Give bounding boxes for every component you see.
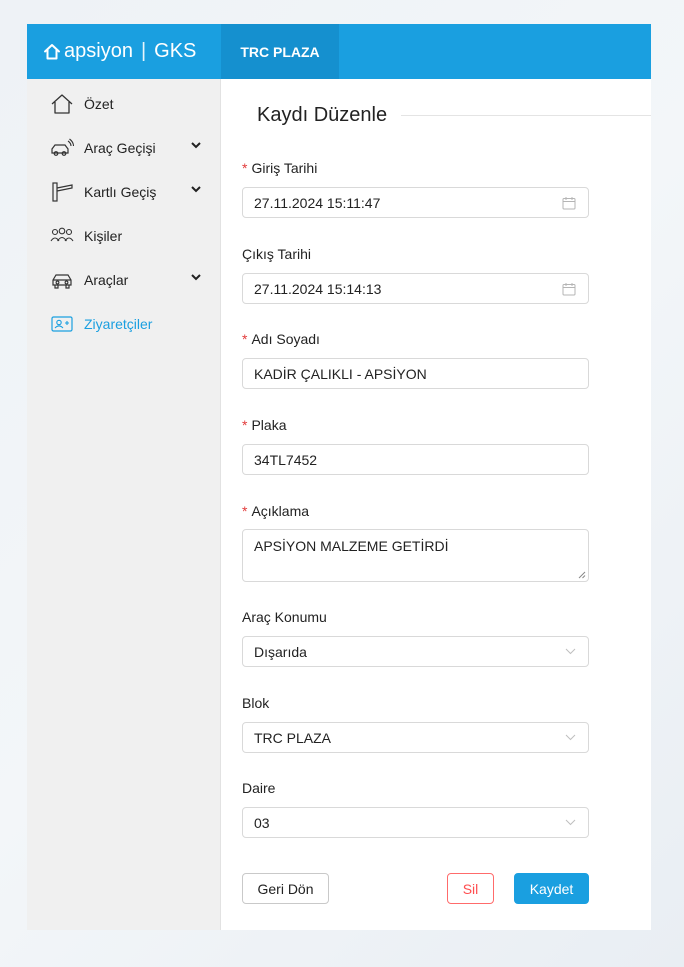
plate-input[interactable]: 34TL7452 bbox=[242, 444, 589, 475]
required-mark: * bbox=[242, 160, 248, 176]
car-pass-icon bbox=[50, 136, 74, 160]
edit-record-form: Kaydı Düzenle * Giriş Tarihi 27.11.2024 1… bbox=[221, 79, 651, 930]
full-name-value: KADİR ÇALIKLI - APSİYON bbox=[254, 365, 427, 382]
apsiyon-logo-icon bbox=[44, 43, 60, 59]
plate-label: * Plaka bbox=[242, 417, 287, 433]
barrier-gate-icon bbox=[50, 180, 74, 204]
chevron-down-icon bbox=[565, 648, 576, 655]
apartment-select[interactable]: 03 bbox=[242, 807, 589, 838]
exit-date-picker[interactable]: 27.11.2024 15:14:13 bbox=[242, 273, 589, 304]
chevron-down-icon bbox=[191, 274, 201, 281]
brand-product: GKS bbox=[154, 40, 197, 62]
entry-date-value: 27.11.2024 15:11:47 bbox=[254, 194, 381, 211]
vehicle-location-select[interactable]: Dışarıda bbox=[242, 636, 589, 667]
chevron-down-icon bbox=[191, 186, 201, 193]
entry-date-picker[interactable]: 27.11.2024 15:11:47 bbox=[242, 187, 589, 218]
block-value: TRC PLAZA bbox=[254, 729, 332, 746]
home-icon bbox=[50, 92, 74, 116]
required-mark: * bbox=[242, 417, 248, 433]
exit-date-label: Çıkış Tarihi bbox=[242, 246, 311, 262]
exit-date-value: 27.11.2024 15:14:13 bbox=[254, 280, 382, 297]
entry-date-label: * Giriş Tarihi bbox=[242, 160, 318, 176]
page-title: Kaydı Düzenle bbox=[257, 103, 388, 126]
description-textarea[interactable]: APSİYON MALZEME GETİRDİ bbox=[242, 529, 589, 582]
car-icon bbox=[50, 268, 74, 292]
full-name-input[interactable]: KADİR ÇALIKLI - APSİYON bbox=[242, 358, 589, 389]
block-select[interactable]: TRC PLAZA bbox=[242, 722, 589, 753]
delete-button[interactable]: Sil bbox=[447, 873, 494, 904]
required-mark: * bbox=[242, 503, 248, 519]
vehicle-location-label: Araç Konumu bbox=[242, 609, 327, 625]
chevron-down-icon bbox=[565, 819, 576, 826]
brand-name: apsiyon bbox=[64, 40, 133, 62]
sidebar-item-ziyaretciler[interactable]: Ziyaretçiler bbox=[27, 306, 221, 342]
tab-site[interactable]: TRC PLAZA bbox=[221, 24, 339, 79]
chevron-down-icon bbox=[565, 734, 576, 741]
save-button[interactable]: Kaydet bbox=[514, 873, 589, 904]
plate-value: 34TL7452 bbox=[254, 451, 318, 468]
apartment-value: 03 bbox=[254, 814, 270, 831]
back-button[interactable]: Geri Dön bbox=[242, 873, 329, 904]
sidebar-item-kisiler[interactable]: Kişiler bbox=[27, 218, 221, 254]
brand-separator: | bbox=[140, 40, 147, 62]
form-header: Kaydı Düzenle bbox=[257, 103, 651, 127]
description-label: * Açıklama bbox=[242, 503, 310, 519]
description-value: APSİYON MALZEME GETİRDİ bbox=[254, 538, 449, 554]
sidebar-item-kartli-gecis[interactable]: Kartlı Geçiş bbox=[27, 174, 221, 210]
sidebar-item-arac-gecisi[interactable]: Araç Geçişi bbox=[27, 130, 221, 166]
required-mark: * bbox=[242, 331, 248, 347]
full-name-label: * Adı Soyadı bbox=[242, 331, 320, 347]
app-window: apsiyon | GKS TRC PLAZA Özet Araç Geçişi… bbox=[27, 24, 651, 930]
sidebar-item-label: Ziyaretçiler bbox=[84, 316, 153, 332]
sidebar: Özet Araç Geçişi Kartlı Geçiş Kişiler Ar… bbox=[27, 79, 221, 930]
sidebar-item-label: Araçlar bbox=[84, 272, 129, 288]
resize-handle-icon[interactable] bbox=[578, 571, 586, 579]
sidebar-item-label: Özet bbox=[84, 96, 114, 112]
block-label: Blok bbox=[242, 695, 270, 711]
sidebar-item-label: Kartlı Geçiş bbox=[84, 184, 157, 200]
visitor-card-icon bbox=[50, 312, 74, 336]
apartment-label: Daire bbox=[242, 780, 276, 796]
calendar-icon[interactable] bbox=[562, 282, 576, 296]
brand-logo[interactable]: apsiyon | GKS bbox=[27, 24, 221, 79]
vehicle-location-value: Dışarıda bbox=[254, 643, 307, 660]
sidebar-item-label: Kişiler bbox=[84, 228, 123, 244]
sidebar-item-ozet[interactable]: Özet bbox=[27, 86, 221, 122]
calendar-icon[interactable] bbox=[562, 196, 576, 210]
chevron-down-icon bbox=[191, 142, 201, 149]
sidebar-item-araclar[interactable]: Araçlar bbox=[27, 262, 221, 298]
title-divider bbox=[401, 114, 651, 116]
sidebar-item-label: Araç Geçişi bbox=[84, 140, 156, 156]
people-icon bbox=[50, 224, 74, 248]
top-bar: apsiyon | GKS TRC PLAZA bbox=[27, 24, 651, 79]
